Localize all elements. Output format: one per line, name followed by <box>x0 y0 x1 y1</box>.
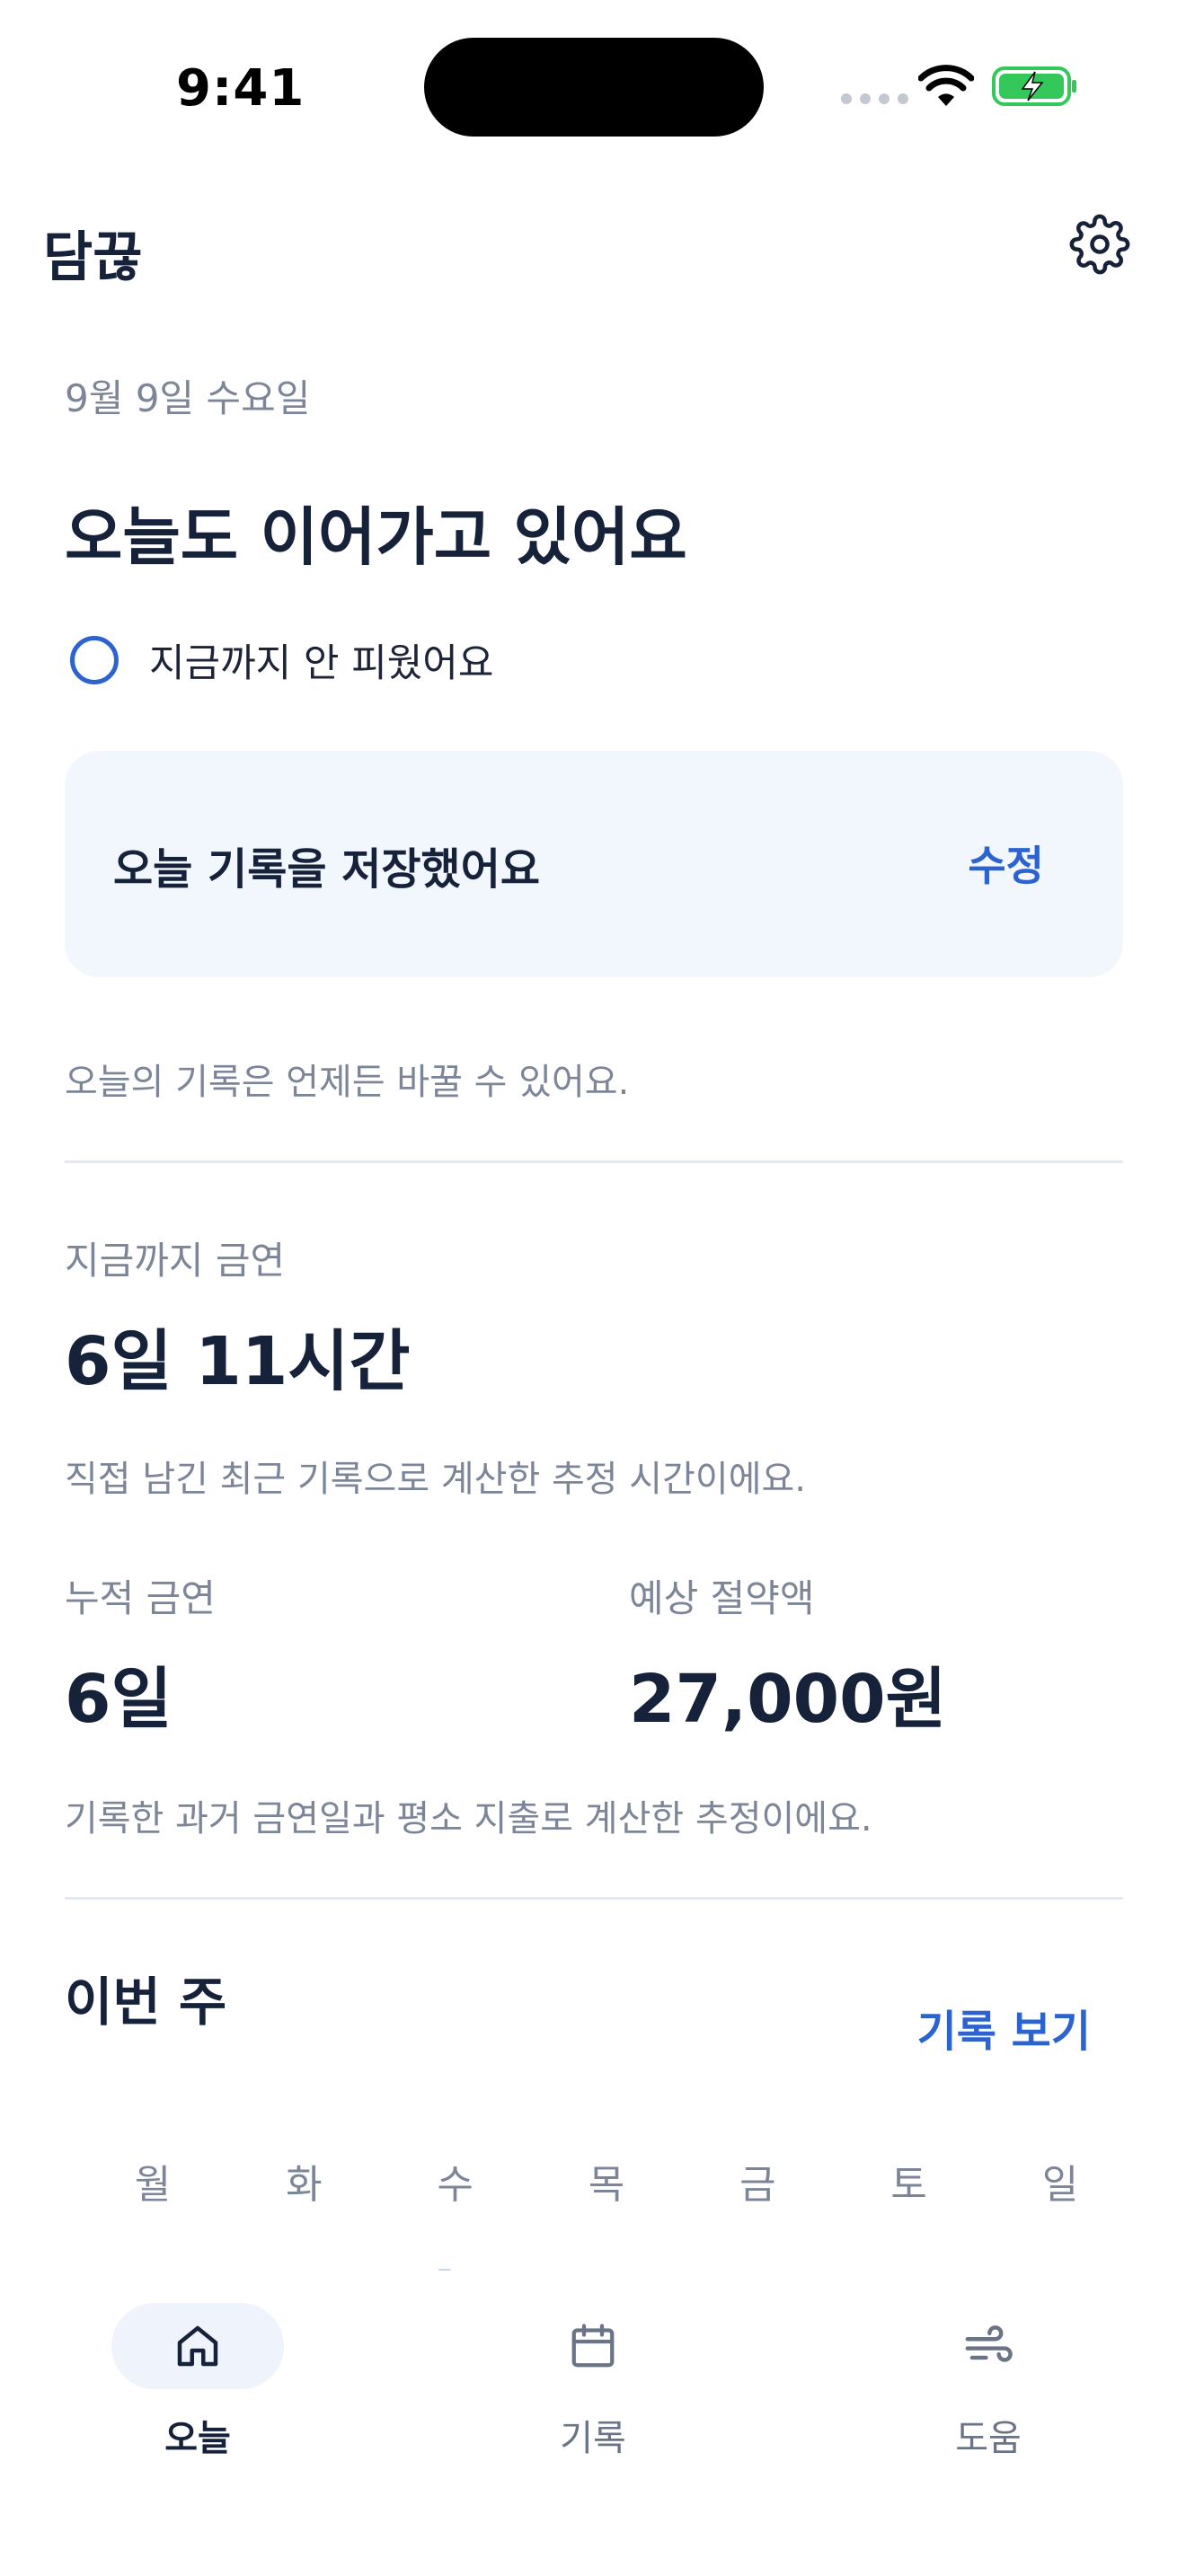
week-title: 이번 주 <box>65 1972 227 2033</box>
no-smoking-check[interactable]: 지금까지 안 피웠어요 <box>70 632 493 688</box>
cumulative-value: 6일 <box>65 1661 173 1738</box>
battery-charging-icon <box>992 66 1076 106</box>
savings-label: 예상 절약액 <box>629 1576 815 1620</box>
savings-value: 27,000원 <box>629 1661 947 1738</box>
divider <box>65 1897 1123 1900</box>
radio-button[interactable] <box>70 636 119 684</box>
dynamic-island <box>424 38 764 137</box>
gear-icon <box>1069 214 1130 275</box>
weekday-mon: 월 <box>134 2162 172 2208</box>
cumulative-label: 누적 금연 <box>65 1576 216 1620</box>
stats-note: 기록한 과거 금연일과 평소 지출로 계산한 추정이에요. <box>65 1798 872 1839</box>
today-screen: 9:41 담끊 9월 9일 수요일 오늘도 이어가고 있어요 지금까지 안 피웠… <box>0 0 1186 2576</box>
nav-item-records[interactable]: 기록 <box>503 2303 683 2461</box>
record-note: 오늘의 기록은 언제든 바꿀 수 있어요. <box>65 1062 630 1103</box>
streak-value: 6일 11시간 <box>65 1323 411 1400</box>
nav-item-help[interactable]: 도움 <box>898 2303 1078 2461</box>
nav-label-help: 도움 <box>955 2418 1022 2459</box>
wifi-icon <box>918 65 974 106</box>
weekday-thu: 목 <box>588 2162 625 2208</box>
home-icon <box>177 2325 218 2367</box>
weekday-wed: 수 <box>437 2162 474 2208</box>
saved-record-text: 오늘 기록을 저장했어요 <box>113 844 541 895</box>
bottom-nav: 오늘 기록 도움 <box>0 2271 1186 2576</box>
nav-item-today[interactable]: 오늘 <box>108 2303 288 2461</box>
app-title: 담끊 <box>43 226 143 289</box>
status-time: 9:41 <box>176 59 305 118</box>
weekday-fri: 금 <box>739 2162 776 2208</box>
saved-record-card: 오늘 기록을 저장했어요 수정 <box>65 751 1123 977</box>
cellular-signal-icon <box>841 93 908 104</box>
calendar-icon <box>571 2324 615 2368</box>
current-date: 9월 9일 수요일 <box>65 376 311 420</box>
weekday-tue: 화 <box>286 2162 323 2208</box>
edit-button[interactable]: 수정 <box>968 834 1044 893</box>
nav-label-today: 오늘 <box>164 2418 231 2459</box>
weekday-sun: 일 <box>1041 2162 1079 2208</box>
view-records-link[interactable]: 기록 보기 <box>917 1996 1091 2059</box>
weekday-row: 월 화 수 목 금 토 일 <box>65 2152 1123 2210</box>
divider <box>65 1160 1123 1163</box>
settings-button[interactable] <box>1067 212 1132 277</box>
weekday-sat: 토 <box>890 2162 927 2208</box>
streak-label: 지금까지 금연 <box>65 1239 286 1283</box>
check-label: 지금까지 안 피웠어요 <box>149 641 494 686</box>
streak-note: 직접 남긴 최근 기록으로 계산한 추정 시간이에요. <box>65 1459 807 1500</box>
wind-icon <box>965 2325 1013 2362</box>
page-headline: 오늘도 이어가고 있어요 <box>65 500 687 574</box>
nav-label-records: 기록 <box>560 2418 626 2459</box>
